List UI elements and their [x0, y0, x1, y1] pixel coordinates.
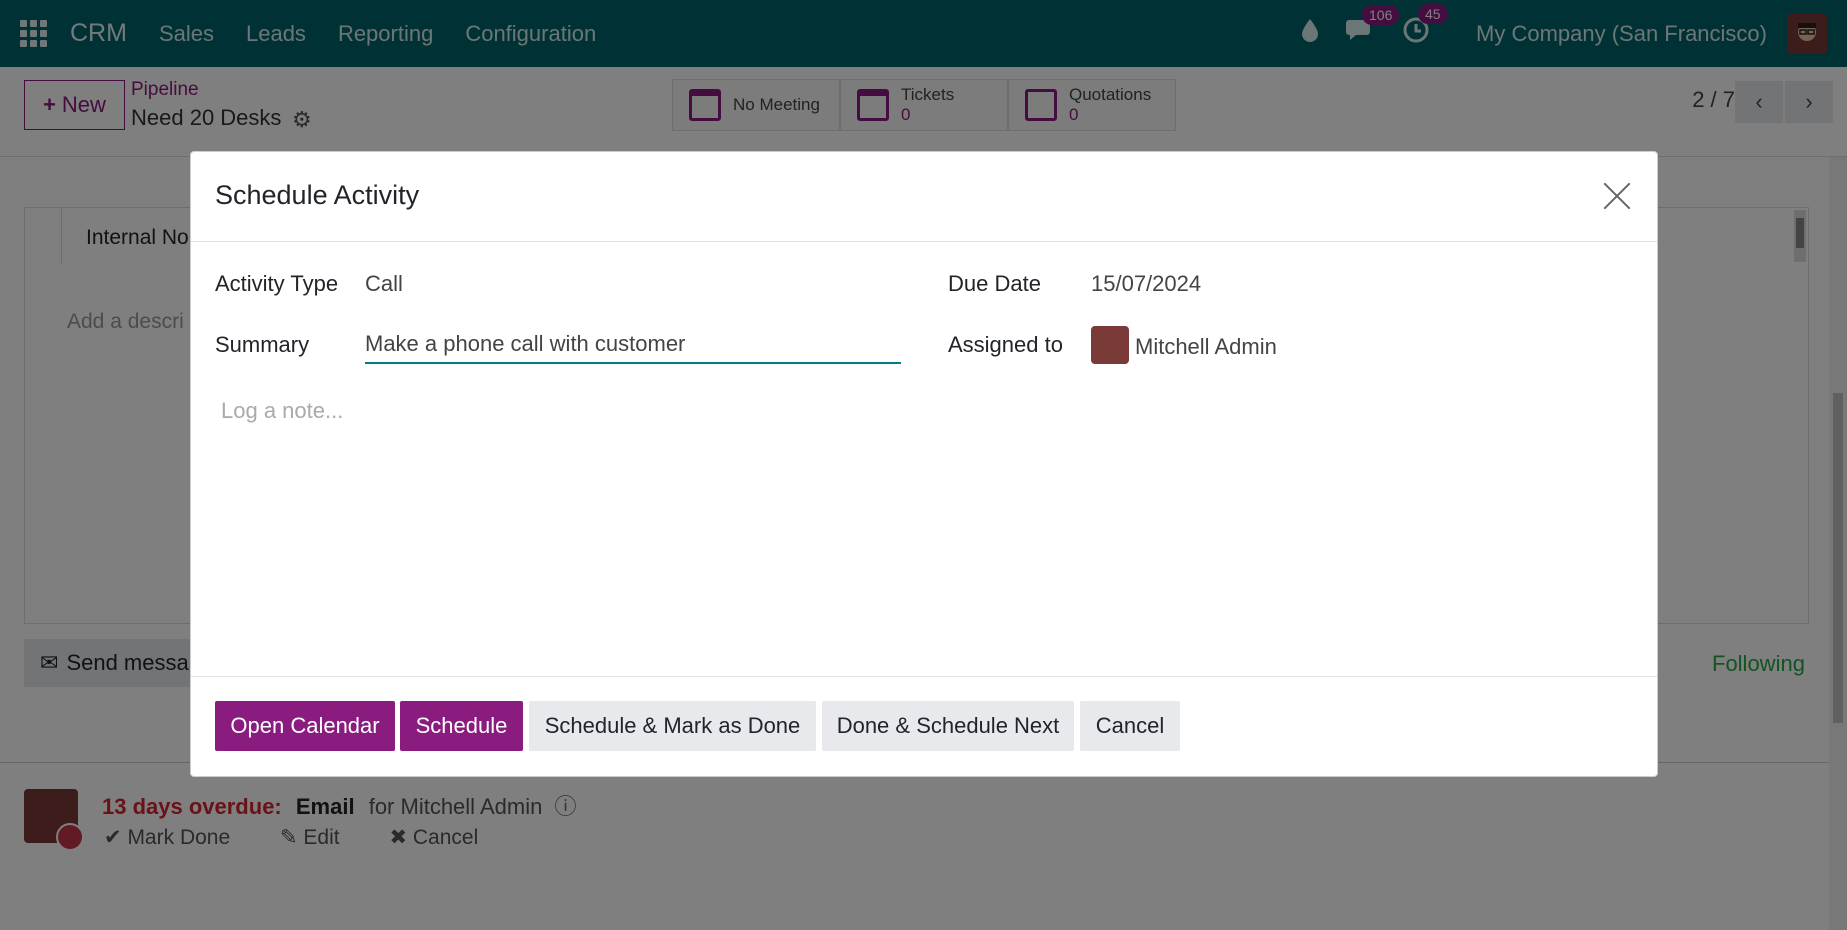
activity-type-label: Activity Type [215, 271, 339, 296]
schedule-button[interactable]: Schedule [400, 701, 523, 751]
due-date-label: Due Date [948, 271, 1041, 296]
summary-label: Summary [215, 332, 310, 357]
log-note-field[interactable]: Log a note... [221, 398, 343, 424]
done-schedule-next-button[interactable]: Done & Schedule Next [822, 701, 1074, 751]
summary-input[interactable] [365, 326, 901, 364]
cancel-button[interactable]: Cancel [1080, 701, 1180, 751]
modal-title: Schedule Activity [215, 180, 420, 210]
due-date-field[interactable]: 15/07/2024 [1091, 271, 1201, 297]
open-calendar-button[interactable]: Open Calendar [215, 701, 395, 751]
assigned-to-field[interactable]: Mitchell Admin [1135, 334, 1277, 360]
assigned-to-label: Assigned to [948, 332, 1063, 357]
schedule-activity-dialog: Schedule Activity Activity Type Call Sum… [190, 151, 1658, 777]
activity-type-field[interactable]: Call [365, 271, 403, 297]
avatar [1091, 326, 1129, 364]
close-icon[interactable] [1601, 180, 1633, 212]
modal-footer: Open Calendar Schedule Schedule & Mark a… [191, 676, 1657, 776]
schedule-mark-done-button[interactable]: Schedule & Mark as Done [529, 701, 816, 751]
modal-header: Schedule Activity [191, 152, 1657, 242]
